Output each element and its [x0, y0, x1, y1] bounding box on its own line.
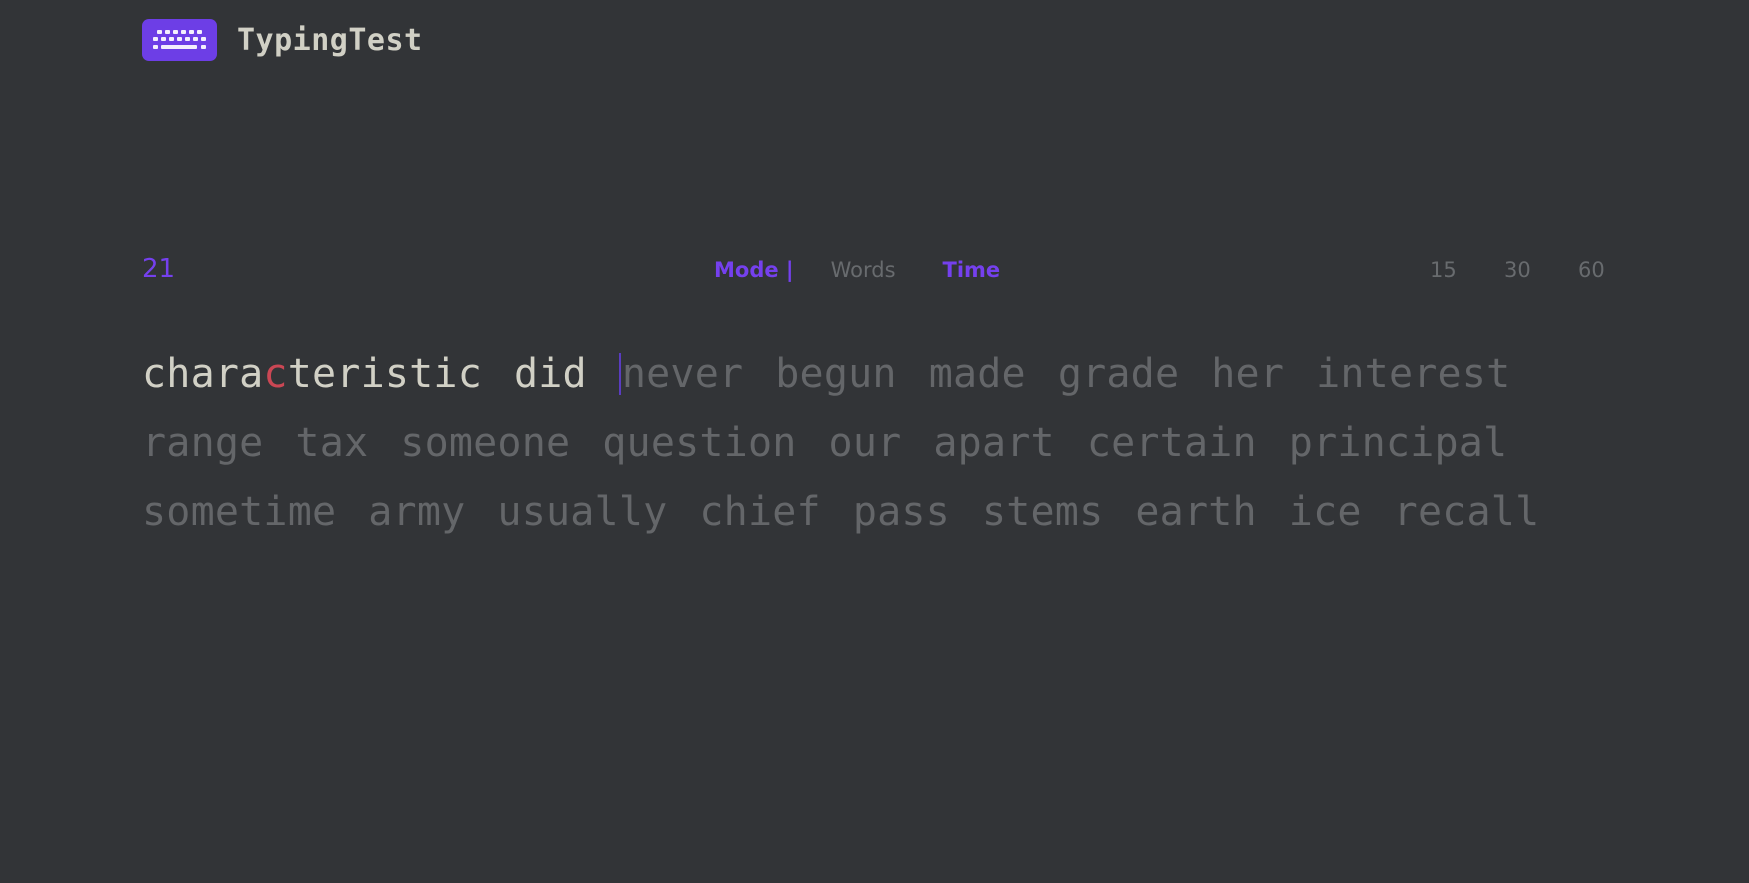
word: sometime	[142, 489, 337, 535]
word: begun	[775, 351, 897, 397]
word: earth	[1135, 489, 1257, 535]
typed-word: did	[514, 340, 587, 409]
word: pass	[852, 489, 950, 535]
duration-30-button[interactable]: 30	[1504, 258, 1552, 282]
word: question	[602, 420, 797, 466]
word-line: characteristic did never begun made grade her i…	[142, 340, 1642, 409]
word: tax	[295, 420, 369, 466]
word: usually	[497, 489, 668, 535]
duration-selector: 15 30 60	[1430, 258, 1652, 282]
word: certain	[1086, 420, 1257, 466]
word: interest	[1316, 351, 1511, 397]
word: principal	[1288, 420, 1508, 466]
word-line: range tax someone question our apart certain pr…	[142, 409, 1642, 478]
typing-area[interactable]: characteristic did never begun made grade her i…	[142, 340, 1642, 547]
word: someone	[400, 420, 571, 466]
mode-selector: Mode | Words Time	[714, 258, 1000, 282]
typed-correct-chars: chara	[142, 351, 264, 397]
countdown-timer: 21	[142, 254, 176, 284]
word: never	[621, 351, 744, 397]
word: recall	[1393, 489, 1540, 535]
mode-time-button[interactable]: Time	[943, 258, 1001, 282]
typed-correct-chars: did	[513, 351, 587, 397]
app-header: TypingTest	[142, 19, 423, 61]
app-title: TypingTest	[237, 22, 423, 58]
mode-label: Mode |	[714, 258, 794, 282]
keyboard-icon[interactable]	[142, 19, 217, 61]
duration-60-button[interactable]: 60	[1578, 258, 1626, 282]
typed-error-char: c	[263, 351, 288, 397]
word: ice	[1288, 489, 1362, 535]
word: grade	[1057, 351, 1180, 397]
word: her	[1211, 351, 1285, 397]
typed-correct-chars: teristic	[287, 351, 482, 397]
duration-15-button[interactable]: 15	[1430, 258, 1478, 282]
typed-word: characteristic	[142, 340, 482, 409]
word: our	[828, 420, 902, 466]
word: apart	[933, 420, 1055, 466]
mode-words-button[interactable]: Words	[831, 258, 896, 282]
word: stems	[981, 489, 1104, 535]
word: made	[928, 351, 1026, 397]
word: range	[142, 420, 264, 466]
text-caret	[618, 353, 621, 395]
word-line: sometime army usually chief pass stems earth ic…	[142, 478, 1642, 547]
word: army	[368, 489, 466, 535]
word: chief	[699, 489, 821, 535]
